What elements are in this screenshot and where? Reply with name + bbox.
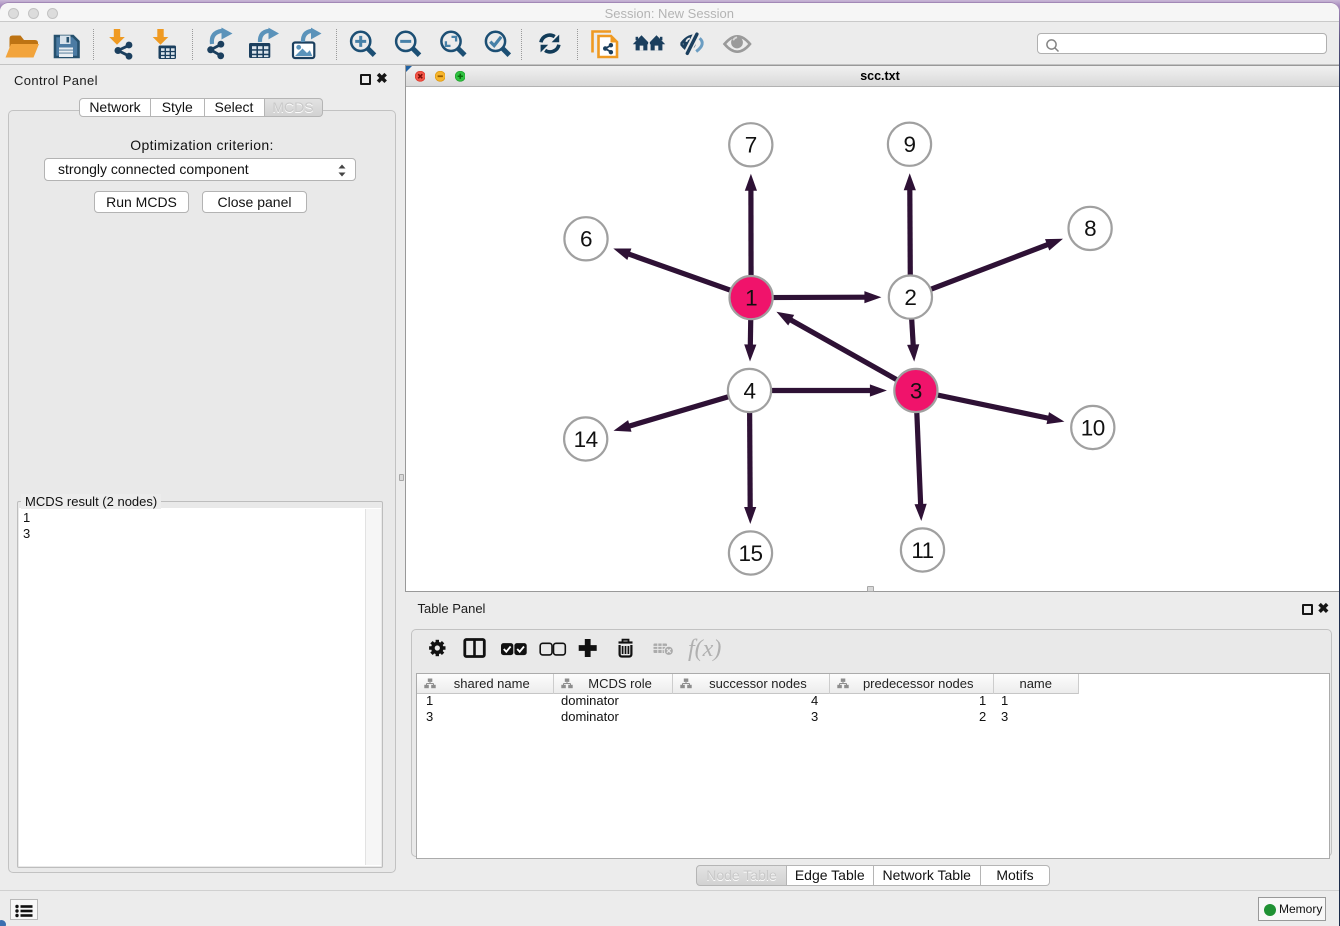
svg-text:6: 6 xyxy=(579,227,591,252)
svg-text:3: 3 xyxy=(909,378,921,403)
svg-text:15: 15 xyxy=(738,541,762,566)
svg-text:4: 4 xyxy=(743,378,755,403)
svg-text:1: 1 xyxy=(745,285,757,310)
svg-text:f(x): f(x) xyxy=(688,636,721,662)
svg-text:10: 10 xyxy=(1080,415,1104,440)
svg-text:11: 11 xyxy=(911,538,933,563)
svg-text:8: 8 xyxy=(1084,216,1096,241)
svg-text:2: 2 xyxy=(904,285,916,310)
svg-text:14: 14 xyxy=(573,427,597,452)
svg-text:9: 9 xyxy=(903,132,915,157)
svg-text:7: 7 xyxy=(744,133,756,158)
